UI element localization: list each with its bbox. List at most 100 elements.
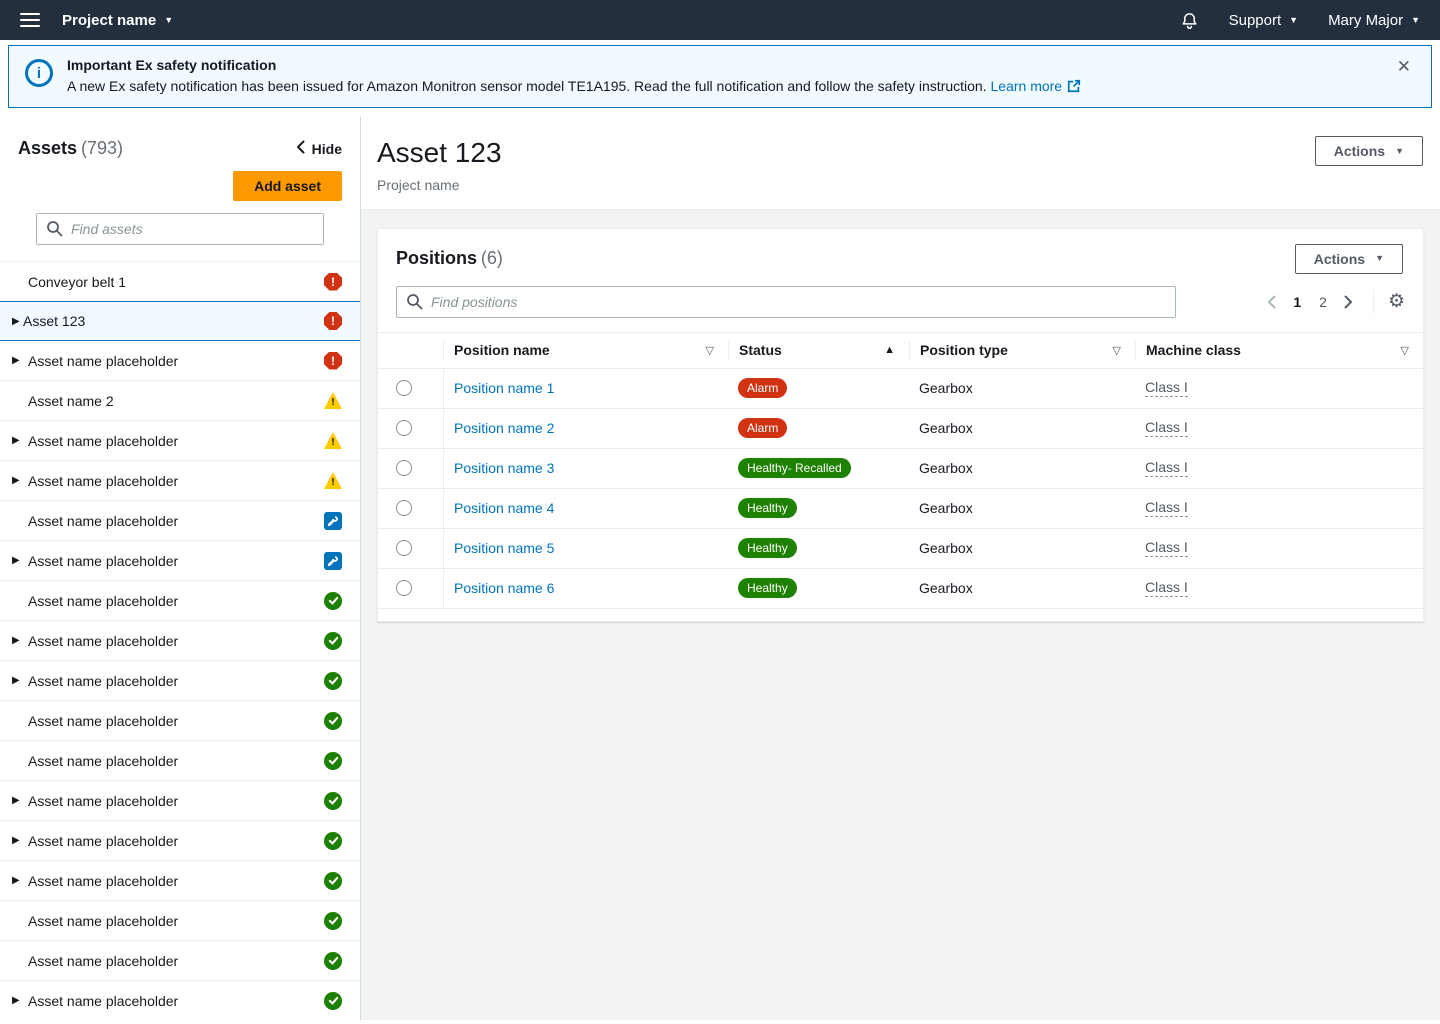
- position-name-link[interactable]: Position name 4: [454, 500, 554, 516]
- chevron-left-icon: [296, 140, 305, 157]
- project-name-menu[interactable]: Project name ▼: [62, 12, 173, 29]
- machine-class-link[interactable]: Class I: [1145, 499, 1188, 517]
- support-menu[interactable]: Support ▼: [1229, 12, 1298, 29]
- row-radio[interactable]: [396, 540, 412, 556]
- expand-arrow-icon[interactable]: ▶: [12, 635, 28, 646]
- asset-list-item[interactable]: Asset name placeholder: [0, 701, 360, 741]
- positions-actions-button[interactable]: Actions ▼: [1295, 244, 1403, 274]
- caret-down-icon: ▼: [1375, 254, 1384, 263]
- column-header-position-type[interactable]: Position type ▽: [909, 341, 1135, 360]
- sort-ascending-icon[interactable]: ▲: [884, 344, 895, 356]
- asset-list-item[interactable]: Asset name placeholder: [0, 581, 360, 621]
- maintenance-icon: [324, 552, 342, 570]
- column-label: Position name: [454, 342, 550, 358]
- row-radio[interactable]: [396, 460, 412, 476]
- column-label: Position type: [920, 342, 1008, 358]
- sort-filter-icon[interactable]: ▽: [1401, 344, 1409, 357]
- expand-arrow-icon[interactable]: ▶: [12, 835, 28, 846]
- sort-filter-icon[interactable]: ▽: [706, 344, 714, 357]
- find-assets-input[interactable]: [36, 213, 324, 245]
- expand-arrow-icon[interactable]: ▶: [12, 435, 28, 446]
- main-content: Asset 123 Project name Actions ▼ Positio…: [361, 116, 1440, 1020]
- warning-icon: !: [324, 432, 342, 449]
- position-name-link[interactable]: Position name 5: [454, 540, 554, 556]
- healthy-icon: [324, 872, 342, 890]
- next-page-icon[interactable]: [1338, 293, 1359, 311]
- column-header-position-name[interactable]: Position name ▽: [443, 341, 728, 360]
- settings-gear-icon[interactable]: ⚙: [1388, 292, 1405, 311]
- expand-arrow-icon[interactable]: ▶: [12, 316, 23, 327]
- asset-list-item[interactable]: ▶Asset 123!: [0, 301, 360, 341]
- caret-down-icon: ▼: [1411, 16, 1420, 25]
- asset-item-label: Asset name placeholder: [28, 793, 324, 809]
- status-badge: Alarm: [738, 418, 787, 438]
- banner-title: Important Ex safety notification: [67, 57, 1081, 73]
- hamburger-menu-icon[interactable]: [20, 13, 40, 27]
- table-row: Position name 5HealthyGearboxClass I: [378, 529, 1423, 569]
- expand-arrow-icon[interactable]: ▶: [12, 355, 28, 366]
- position-name-link[interactable]: Position name 2: [454, 420, 554, 436]
- asset-item-label: Asset name placeholder: [28, 353, 324, 369]
- machine-class-link[interactable]: Class I: [1145, 579, 1188, 597]
- expand-arrow-icon[interactable]: ▶: [12, 675, 28, 686]
- position-name-link[interactable]: Position name 1: [454, 380, 554, 396]
- asset-item-label: Asset name placeholder: [28, 713, 324, 729]
- machine-class-link[interactable]: Class I: [1145, 379, 1188, 397]
- column-label: Status: [739, 342, 782, 358]
- column-header-machine-class[interactable]: Machine class▽: [1135, 341, 1423, 360]
- close-icon[interactable]: ✕: [1397, 58, 1411, 75]
- expand-arrow-icon[interactable]: ▶: [12, 875, 28, 886]
- asset-list-item[interactable]: Asset name 2!: [0, 381, 360, 421]
- previous-page-icon[interactable]: [1261, 293, 1282, 311]
- asset-list-item[interactable]: ▶Asset name placeholder: [0, 541, 360, 581]
- position-name-link[interactable]: Position name 6: [454, 580, 554, 596]
- asset-list-item[interactable]: ▶Asset name placeholder!: [0, 341, 360, 381]
- positions-card: Positions (6) Actions ▼: [377, 228, 1424, 622]
- expand-arrow-icon[interactable]: ▶: [12, 475, 28, 486]
- maintenance-icon: [324, 512, 342, 530]
- asset-list-item[interactable]: Asset name placeholder: [0, 901, 360, 941]
- machine-class-link[interactable]: Class I: [1145, 419, 1188, 437]
- column-header-status[interactable]: Status ▲: [728, 341, 909, 360]
- find-positions-input[interactable]: [396, 286, 1176, 318]
- row-radio[interactable]: [396, 380, 412, 396]
- asset-list-item[interactable]: ▶Asset name placeholder: [0, 781, 360, 821]
- top-navbar: Project name ▼ Support ▼ Mary Major ▼: [0, 0, 1440, 40]
- expand-arrow-icon[interactable]: ▶: [12, 555, 28, 566]
- divider: [1373, 290, 1374, 314]
- row-radio[interactable]: [396, 500, 412, 516]
- page-number-2[interactable]: 2: [1310, 291, 1336, 313]
- row-radio[interactable]: [396, 420, 412, 436]
- add-asset-button[interactable]: Add asset: [233, 171, 342, 201]
- notifications-bell-icon[interactable]: [1180, 11, 1199, 30]
- sort-filter-icon[interactable]: ▽: [1113, 344, 1121, 357]
- asset-list-item[interactable]: Asset name placeholder: [0, 741, 360, 781]
- asset-list-item[interactable]: Asset name placeholder: [0, 501, 360, 541]
- expand-arrow-icon[interactable]: ▶: [12, 795, 28, 806]
- page-number-1[interactable]: 1: [1284, 291, 1310, 313]
- assets-panel: Assets (793) Hide Add asset: [0, 116, 361, 1020]
- asset-list-item[interactable]: ▶Asset name placeholder: [0, 661, 360, 701]
- row-radio[interactable]: [396, 580, 412, 596]
- position-type-value: Gearbox: [919, 500, 973, 516]
- assets-panel-title: Assets (793): [18, 138, 123, 159]
- healthy-icon: [324, 992, 342, 1010]
- learn-more-link[interactable]: Learn more: [991, 78, 1063, 94]
- asset-list-item[interactable]: ▶Asset name placeholder: [0, 981, 360, 1020]
- asset-list-item[interactable]: Conveyor belt 1!: [0, 262, 360, 302]
- asset-list-item[interactable]: ▶Asset name placeholder!: [0, 421, 360, 461]
- user-menu[interactable]: Mary Major ▼: [1328, 12, 1420, 29]
- position-name-link[interactable]: Position name 3: [454, 460, 554, 476]
- asset-list-item[interactable]: ▶Asset name placeholder!: [0, 461, 360, 501]
- machine-class-link[interactable]: Class I: [1145, 539, 1188, 557]
- asset-actions-button[interactable]: Actions ▼: [1315, 136, 1423, 166]
- asset-list-item[interactable]: ▶Asset name placeholder: [0, 821, 360, 861]
- asset-list-item[interactable]: ▶Asset name placeholder: [0, 861, 360, 901]
- healthy-icon: [324, 952, 342, 970]
- hide-panel-button[interactable]: Hide: [296, 140, 342, 157]
- expand-arrow-icon[interactable]: ▶: [12, 995, 28, 1006]
- machine-class-link[interactable]: Class I: [1145, 459, 1188, 477]
- asset-list-item[interactable]: Asset name placeholder: [0, 941, 360, 981]
- asset-list-item[interactable]: ▶Asset name placeholder: [0, 621, 360, 661]
- asset-item-label: Asset name placeholder: [28, 593, 324, 609]
